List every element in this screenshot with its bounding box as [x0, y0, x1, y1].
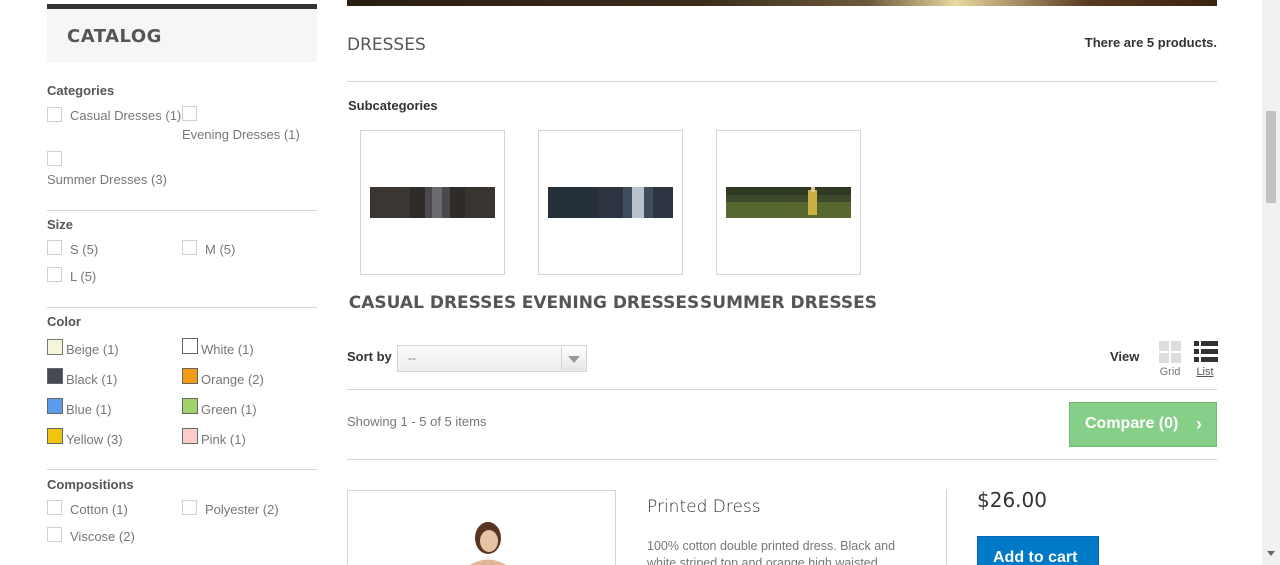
- checkbox-size-m[interactable]: [182, 240, 197, 255]
- checkbox-casual-dresses[interactable]: [47, 107, 62, 122]
- filter-label-polyester[interactable]: Polyester (2): [205, 502, 279, 517]
- checkbox-viscose[interactable]: [47, 527, 62, 542]
- subcategory-image-frame[interactable]: [360, 130, 505, 275]
- product-count: There are 5 products.: [1084, 35, 1217, 50]
- filter-label-size-m[interactable]: M (5): [205, 242, 235, 257]
- add-to-cart-button[interactable]: Add to cart: [977, 536, 1099, 565]
- page-scrollbar[interactable]: [1262, 0, 1280, 565]
- color-swatch-green[interactable]: [182, 398, 198, 414]
- product-photo[interactable]: [348, 491, 616, 565]
- color-swatch-beige[interactable]: [47, 339, 63, 355]
- filter-label-white[interactable]: White (1): [201, 342, 254, 357]
- checkbox-size-s[interactable]: [47, 240, 62, 255]
- filter-label-green[interactable]: Green (1): [201, 402, 257, 417]
- compositions-title: Compositions: [47, 477, 134, 492]
- category-banner-image: [347, 0, 1217, 6]
- color-swatch-white[interactable]: [182, 338, 198, 354]
- color-swatch-orange[interactable]: [182, 368, 198, 384]
- subcategory-image-casual[interactable]: [370, 187, 495, 218]
- divider: [347, 389, 1217, 390]
- color-swatch-blue[interactable]: [47, 398, 63, 414]
- view-label: View: [1110, 349, 1140, 364]
- view-list-button[interactable]: List: [1192, 341, 1218, 378]
- product-price: $26.00: [977, 488, 1047, 512]
- filter-label-black[interactable]: Black (1): [66, 372, 117, 387]
- list-view-icon[interactable]: [1194, 341, 1218, 363]
- color-swatch-pink[interactable]: [182, 428, 198, 444]
- subcategory-image-evening[interactable]: [548, 187, 673, 218]
- checkbox-cotton[interactable]: [47, 500, 62, 515]
- page-title: DRESSES: [347, 35, 426, 55]
- filter-label-casual-dresses[interactable]: Casual Dresses (1): [70, 108, 181, 123]
- size-title: Size: [47, 217, 74, 232]
- scroll-down-arrow-icon[interactable]: [1267, 551, 1275, 556]
- subcategory-name-casual[interactable]: CASUAL DRESSES: [340, 292, 525, 314]
- chevron-down-icon[interactable]: [561, 347, 585, 370]
- divider: [946, 490, 947, 565]
- filter-label-size-s[interactable]: S (5): [70, 242, 98, 257]
- product-name[interactable]: Printed Dress: [647, 497, 761, 517]
- filter-label-summer-dresses[interactable]: Summer Dresses (3): [47, 172, 167, 187]
- catalog-header: CATALOG: [47, 4, 317, 62]
- subcategory-name-evening[interactable]: EVENING DRESSES: [518, 292, 703, 314]
- color-title: Color: [47, 314, 81, 329]
- subcategories-title: Subcategories: [348, 98, 438, 113]
- checkbox-size-l[interactable]: [47, 267, 62, 282]
- divider: [47, 469, 317, 470]
- sort-label: Sort by: [347, 349, 392, 364]
- showing-items-text: Showing 1 - 5 of 5 items: [347, 414, 487, 429]
- checkbox-evening-dresses[interactable]: [182, 106, 197, 121]
- sort-select[interactable]: --: [397, 345, 587, 372]
- divider: [347, 81, 1217, 82]
- grid-view-icon[interactable]: [1159, 341, 1181, 363]
- divider: [347, 459, 1217, 460]
- sidebar: CATALOG Categories Casual Dresses (1) Ev…: [47, 0, 317, 544]
- subcategory-image-summer[interactable]: [726, 187, 851, 218]
- view-grid-label[interactable]: Grid: [1157, 366, 1183, 378]
- product-image[interactable]: [347, 490, 616, 565]
- filter-label-viscose[interactable]: Viscose (2): [70, 529, 135, 544]
- filter-label-cotton[interactable]: Cotton (1): [70, 502, 128, 517]
- subcategory-name-summer[interactable]: SUMMER DRESSES: [696, 292, 881, 314]
- color-swatch-black[interactable]: [47, 368, 63, 384]
- subcategory-image-frame[interactable]: [538, 130, 683, 275]
- filter-label-pink[interactable]: Pink (1): [201, 432, 246, 447]
- filter-label-yellow[interactable]: Yellow (3): [66, 432, 123, 447]
- filter-label-size-l[interactable]: L (5): [70, 269, 96, 284]
- chevron-right-icon[interactable]: ›: [1196, 414, 1202, 435]
- view-grid-button[interactable]: Grid: [1157, 341, 1183, 378]
- divider: [47, 307, 317, 308]
- categories-title: Categories: [47, 83, 115, 98]
- add-to-cart-label[interactable]: Add to cart: [993, 549, 1077, 565]
- divider: [47, 210, 317, 211]
- main-content: DRESSES There are 5 products. Subcategor…: [347, 0, 1218, 565]
- sort-select-value[interactable]: --: [408, 351, 416, 365]
- checkbox-polyester[interactable]: [182, 500, 197, 515]
- filter-label-orange[interactable]: Orange (2): [201, 372, 264, 387]
- filter-label-blue[interactable]: Blue (1): [66, 402, 112, 417]
- filter-label-beige[interactable]: Beige (1): [66, 342, 119, 357]
- scrollbar-thumb[interactable]: [1266, 111, 1276, 203]
- subcategory-image-frame[interactable]: [716, 130, 861, 275]
- view-list-label[interactable]: List: [1192, 366, 1218, 378]
- color-swatch-yellow[interactable]: [47, 428, 63, 444]
- compare-button-label[interactable]: Compare (0): [1085, 415, 1178, 432]
- checkbox-summer-dresses[interactable]: [47, 151, 62, 166]
- filter-label-evening-dresses[interactable]: Evening Dresses (1): [182, 127, 300, 142]
- product-description: 100% cotton double printed dress. Black …: [647, 539, 896, 565]
- catalog-title: CATALOG: [67, 26, 162, 47]
- compare-button[interactable]: Compare (0) ›: [1069, 402, 1217, 447]
